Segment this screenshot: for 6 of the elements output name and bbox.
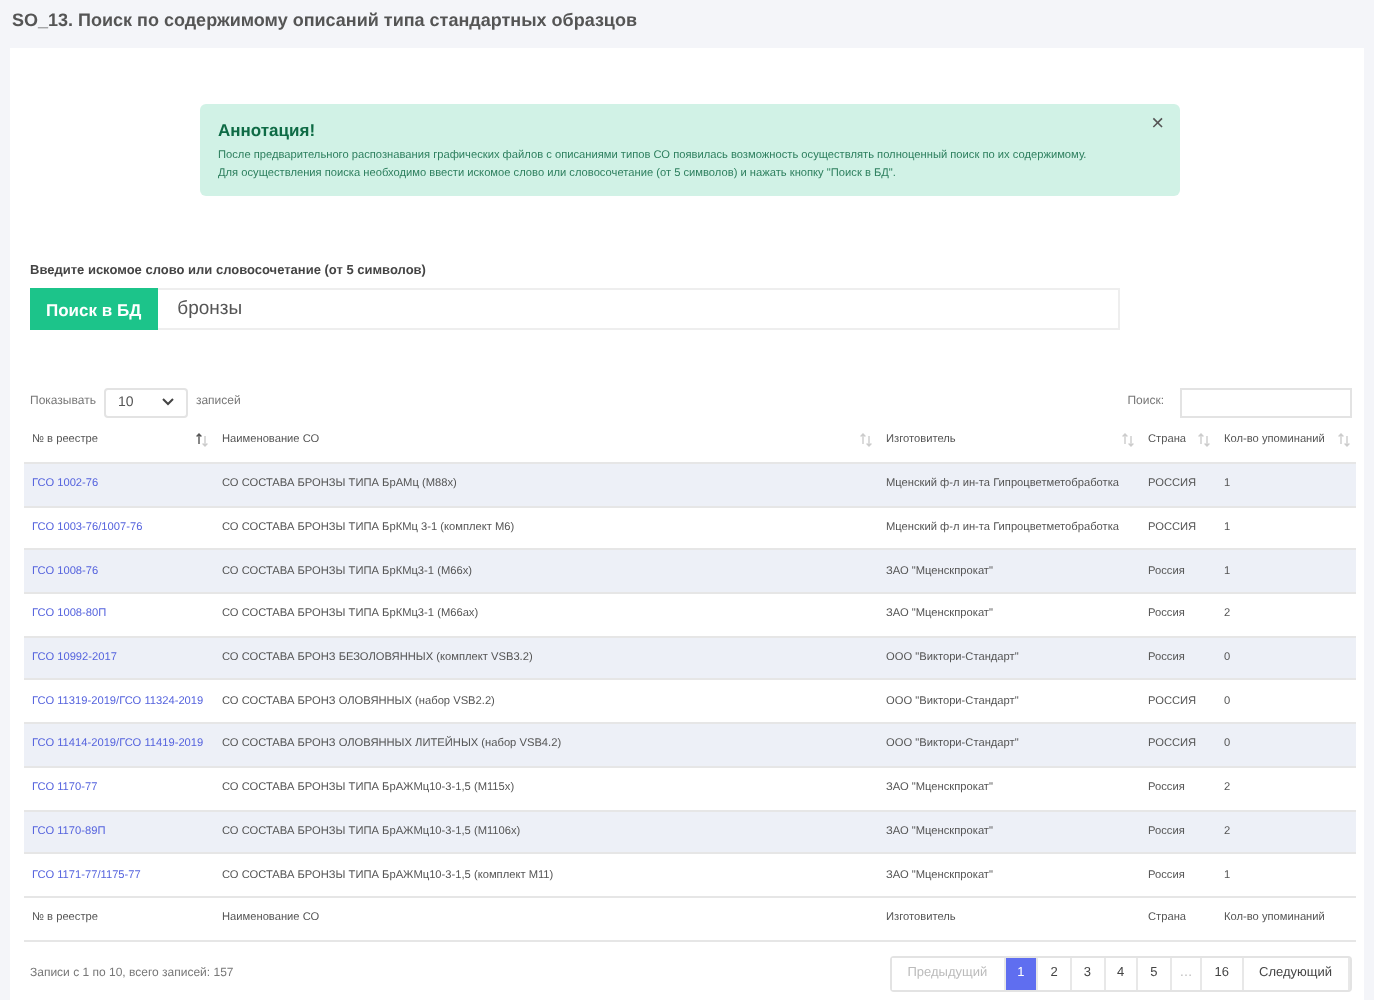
search-field[interactable]: бронзы — [157, 288, 1120, 330]
alert-title: Аннотация! — [218, 120, 316, 140]
page-title: SO_13. Поиск по содержимому описаний типа стандартных образцов — [10, 8, 639, 34]
chevron-icon — [161, 398, 174, 406]
filter-field[interactable] — [1180, 387, 1352, 417]
close-button[interactable]: × — [1151, 114, 1164, 136]
